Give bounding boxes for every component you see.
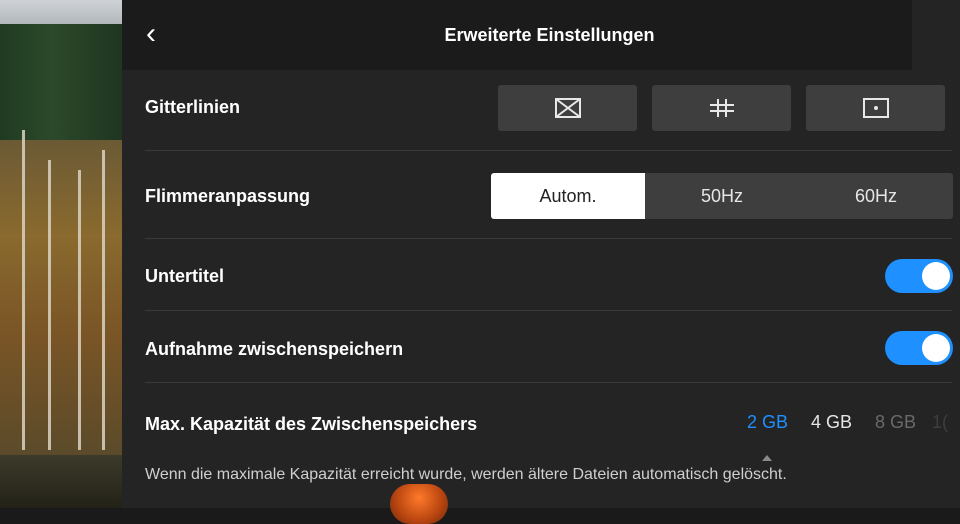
divider (145, 150, 952, 151)
center-point-icon (862, 98, 889, 118)
birch-trunk (48, 160, 51, 450)
forest-canopy (0, 24, 130, 144)
gridline-option-3x3[interactable] (652, 85, 791, 131)
flicker-option-50hz[interactable]: 50Hz (645, 173, 799, 219)
subtitles-label: Untertitel (145, 266, 225, 286)
cache-capacity-label: Max. Kapazität des Zwischenspeichers (145, 414, 478, 434)
divider (145, 310, 952, 311)
gridlines-label: Gitterlinien (145, 97, 241, 117)
flicker-option-60hz[interactable]: 60Hz (799, 173, 953, 219)
subtitles-toggle[interactable] (885, 259, 953, 293)
autumn-trees (0, 140, 130, 460)
ground (0, 455, 130, 508)
grid-3x3-icon (709, 99, 734, 117)
flicker-option-auto[interactable]: Autom. (491, 173, 645, 219)
settings-panel: ‹ Erweiterte Einstellungen Gitterlinien … (122, 0, 960, 524)
birch-trunk (102, 150, 105, 450)
flicker-label: Flimmeranpassung (145, 186, 311, 206)
divider (145, 238, 952, 239)
capacity-note: Wenn die maximale Kapazität erreicht wur… (145, 466, 787, 483)
scroll-caret-icon (762, 455, 772, 461)
birch-trunk (78, 170, 81, 450)
toggle-knob (922, 334, 950, 362)
divider (145, 382, 952, 383)
flicker-segmented-control: Autom. 50Hz 60Hz (491, 173, 953, 219)
gridline-option-diagonal[interactable] (498, 85, 637, 131)
toggle-knob (922, 262, 950, 290)
gridline-option-center[interactable] (806, 85, 945, 131)
page-title: Erweiterte Einstellungen (444, 25, 655, 45)
diagonal-grid-icon (554, 98, 581, 118)
capacity-option-4gb[interactable]: 4 GB (811, 412, 852, 433)
cache-recording-label: Aufnahme zwischenspeichern (145, 339, 404, 359)
record-button[interactable] (390, 484, 448, 524)
birch-trunk (22, 130, 25, 450)
capacity-option-8gb[interactable]: 8 GB (875, 412, 916, 433)
capacity-option-2gb[interactable]: 2 GB (747, 412, 788, 433)
cache-recording-toggle[interactable] (885, 331, 953, 365)
capacity-option-partial[interactable]: 1( (932, 412, 948, 433)
